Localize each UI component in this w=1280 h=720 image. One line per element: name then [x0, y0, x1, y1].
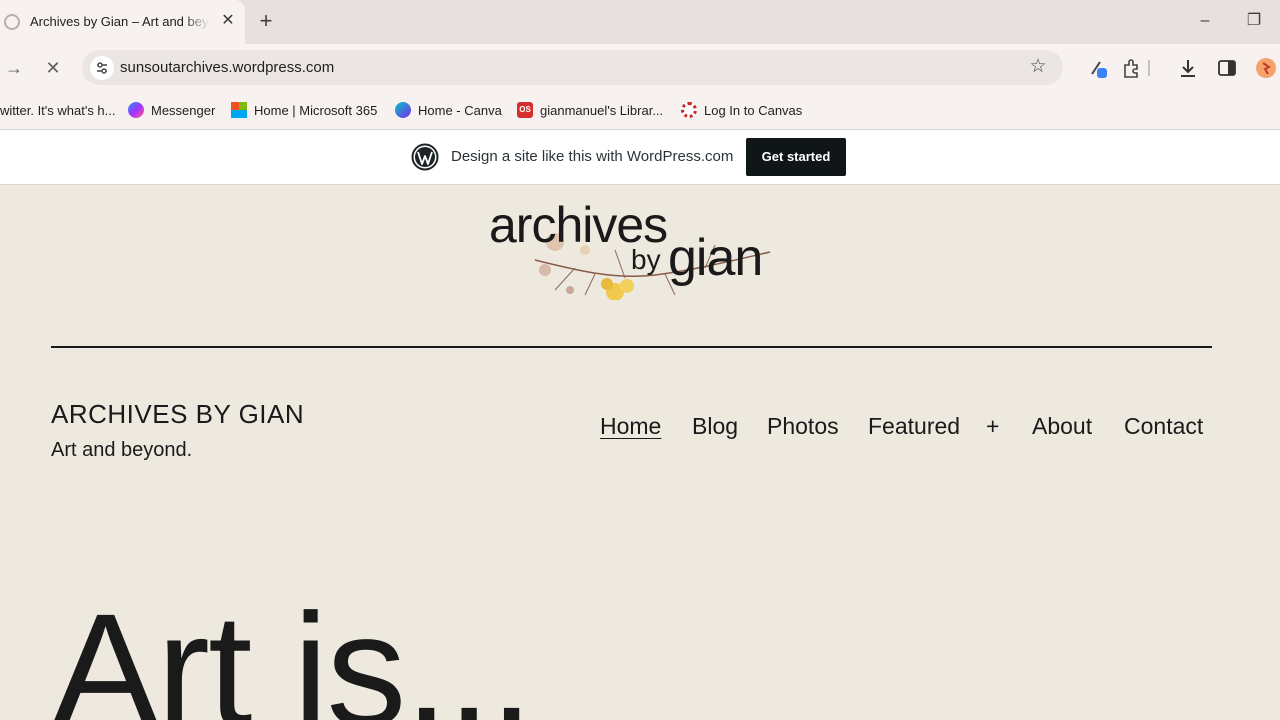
site-page: archives by gian ARCHIVES BY GIAN Art an…	[0, 185, 1280, 720]
nav-item-home[interactable]: Home	[600, 413, 661, 440]
side-panel-icon[interactable]	[1215, 56, 1239, 80]
get-started-button[interactable]: Get started	[746, 138, 846, 176]
nav-item-featured[interactable]: Featured	[868, 413, 960, 440]
bookmark-star-icon[interactable]: ☆	[1027, 56, 1049, 78]
site-title[interactable]: ARCHIVES BY GIAN	[51, 399, 304, 430]
wordpress-logo-icon[interactable]	[411, 143, 439, 171]
toolbar-separator	[1148, 60, 1150, 76]
downloads-icon[interactable]	[1176, 56, 1200, 80]
nav-item-contact[interactable]: Contact	[1124, 413, 1203, 440]
url-text[interactable]: sunsoutarchives.wordpress.com	[120, 59, 334, 76]
bookmark-twitter[interactable]: witter. It's what's h...	[0, 100, 116, 120]
bookmark-canvas[interactable]: Log In to Canvas	[681, 100, 802, 120]
minimize-icon[interactable]: –	[1194, 10, 1216, 32]
bookmark-messenger[interactable]: Messenger	[128, 100, 215, 120]
extensions-icon[interactable]	[1120, 56, 1144, 80]
bookmark-label: Messenger	[151, 102, 216, 118]
new-tab-button[interactable]: +	[255, 10, 277, 32]
canvas-icon	[681, 102, 697, 118]
os-icon: OS	[517, 102, 533, 118]
bookmark-microsoft-365[interactable]: Home | Microsoft 365	[231, 100, 377, 120]
copilot-icon[interactable]	[1086, 56, 1110, 80]
bookmark-label: gianmanuel's Librar...	[540, 102, 664, 118]
restore-icon[interactable]: ❐	[1243, 10, 1265, 32]
nav-item-about[interactable]: About	[1032, 413, 1092, 440]
bookmark-label: Home - Canva	[418, 102, 502, 118]
featured-submenu-toggle[interactable]: +	[986, 413, 999, 440]
site-favicon-icon	[4, 14, 20, 30]
site-info-icon[interactable]	[90, 56, 114, 80]
messenger-icon	[128, 102, 144, 118]
bookmark-label: Log In to Canvas	[704, 102, 803, 118]
browser-toolbar: → ✕ sunsoutarchives.wordpress.com ☆	[0, 44, 1280, 91]
browser-tab-active[interactable]: Archives by Gian – Art and beyond ✕	[0, 0, 245, 44]
bookmarks-bar: witter. It's what's h... Messenger Home …	[0, 91, 1280, 130]
tab-title: Archives by Gian – Art and beyond	[30, 14, 210, 29]
logo-word-by: by	[631, 244, 661, 275]
bookmark-label: Home | Microsoft 365	[254, 102, 378, 118]
site-logo[interactable]: archives by gian	[485, 190, 785, 305]
stop-loading-icon[interactable]: ✕	[41, 56, 65, 80]
canva-icon	[395, 102, 411, 118]
hero-heading: Art is...	[52, 580, 534, 720]
profile-avatar-icon[interactable]	[1254, 56, 1278, 80]
nav-item-blog[interactable]: Blog	[692, 413, 738, 440]
bookmark-canva[interactable]: Home - Canva	[395, 100, 502, 120]
wordpress-promo-text[interactable]: Design a site like this with WordPress.c…	[451, 148, 733, 165]
logo-word-gian: gian	[668, 229, 763, 287]
nav-item-photos[interactable]: Photos	[767, 413, 839, 440]
wordpress-promo-banner: Design a site like this with WordPress.c…	[0, 130, 1280, 185]
bookmark-library[interactable]: OS gianmanuel's Librar...	[517, 100, 663, 120]
microsoft-icon	[231, 102, 247, 118]
header-divider	[51, 346, 1212, 348]
bookmark-label: witter. It's what's h...	[0, 102, 116, 118]
site-tagline: Art and beyond.	[51, 439, 193, 461]
address-bar[interactable]: sunsoutarchives.wordpress.com ☆	[82, 50, 1063, 85]
tab-bar: Archives by Gian – Art and beyond ✕ + – …	[0, 0, 1280, 44]
forward-icon[interactable]: →	[2, 56, 26, 80]
close-tab-icon[interactable]: ✕	[219, 12, 237, 30]
